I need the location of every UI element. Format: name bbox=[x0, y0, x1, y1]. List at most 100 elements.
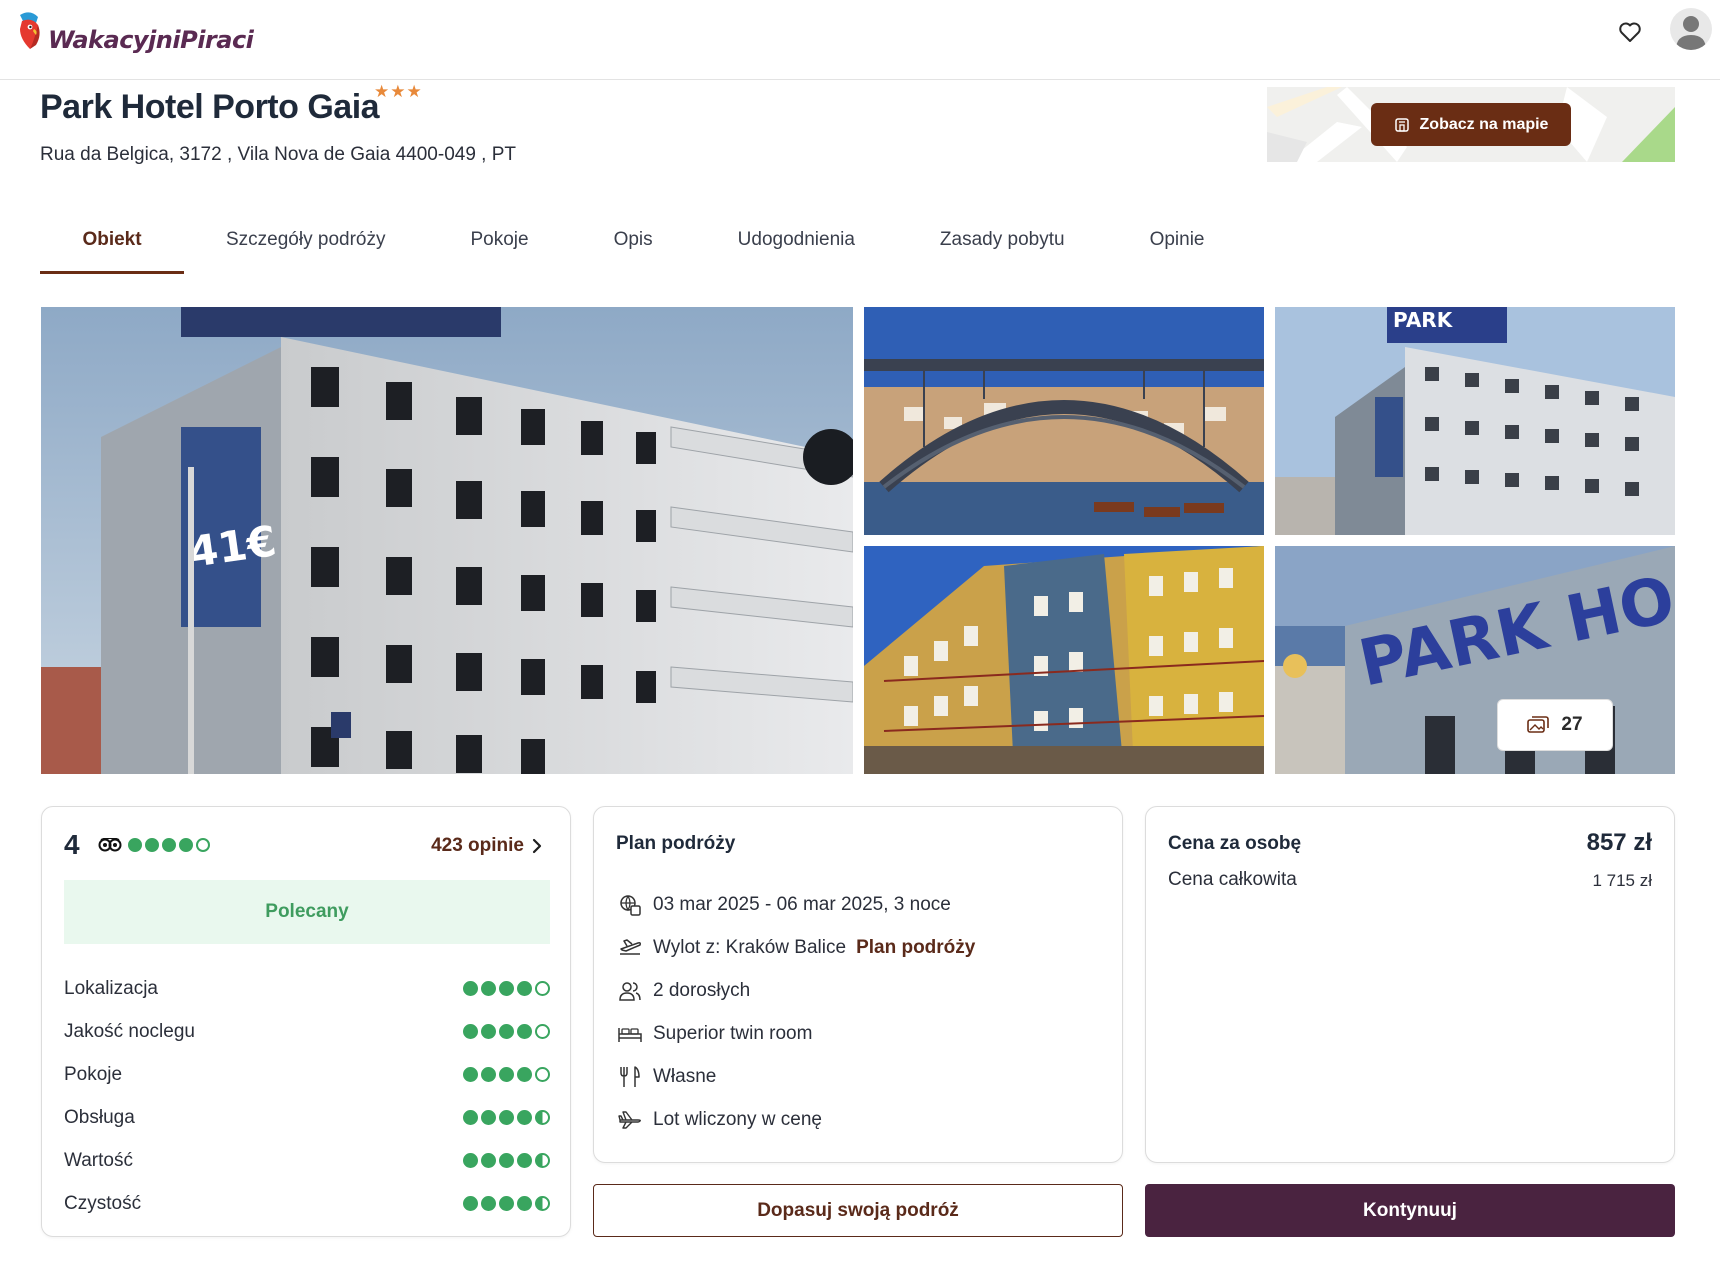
price-per-person-label: Cena za osobę bbox=[1168, 833, 1302, 854]
flight-row: Lot wliczony w cenę bbox=[616, 1098, 975, 1141]
adjust-trip-button[interactable]: Dopasuj swoją podróż bbox=[593, 1184, 1123, 1237]
rating-criteria-list: Lokalizacja Jakość noclegu Pokoje Obsług… bbox=[64, 967, 550, 1225]
hotel-address: Rua da Belgica, 3172 , Vila Nova de Gaia… bbox=[40, 144, 517, 165]
rating-dot bbox=[463, 1024, 478, 1039]
all-photos-button[interactable]: 27 bbox=[1497, 699, 1613, 751]
criterion-row: Lokalizacja bbox=[64, 967, 550, 1010]
cutlery-icon bbox=[616, 1063, 644, 1091]
rating-dot bbox=[499, 981, 514, 996]
criterion-row: Czystość bbox=[64, 1182, 550, 1225]
rating-dot bbox=[517, 1110, 532, 1125]
price-card: Cena za osobę 857 zł Cena całkowita 1 71… bbox=[1145, 806, 1675, 1163]
continue-button[interactable]: Kontynuuj bbox=[1145, 1184, 1675, 1237]
trip-plan-list: 03 mar 2025 - 06 mar 2025, 3 noce Wylot … bbox=[616, 883, 975, 1141]
trip-dates-row: 03 mar 2025 - 06 mar 2025, 3 noce bbox=[616, 883, 975, 926]
rating-dot bbox=[195, 838, 210, 852]
tab-zasady-pobytu[interactable]: Zasady pobytu bbox=[940, 222, 1065, 274]
rating-score-dots bbox=[127, 838, 210, 852]
tab-pokoje[interactable]: Pokoje bbox=[470, 222, 528, 274]
calendar-globe-icon bbox=[616, 891, 644, 919]
plane-takeoff-icon bbox=[616, 934, 644, 962]
room-type: Superior twin room bbox=[653, 1022, 813, 1044]
trip-plan-card: Plan podróży 03 mar 2025 - 06 mar 2025, … bbox=[593, 806, 1123, 1163]
flight-included: Lot wliczony w cenę bbox=[653, 1108, 822, 1130]
rating-card: 4 423 opinie Polecany Lokalizacja Jakość… bbox=[41, 806, 571, 1237]
hotel-facade-image: 41€ bbox=[41, 307, 853, 774]
criterion-label: Wartość bbox=[64, 1149, 133, 1171]
rating-summary: 4 bbox=[64, 829, 210, 861]
photo-count: 27 bbox=[1561, 714, 1583, 735]
photo-gallery: 41€ PARK PARK HO bbox=[41, 307, 1675, 774]
guests-icon bbox=[616, 977, 644, 1005]
rating-dot bbox=[127, 838, 142, 852]
price-per-person-value: 857 zł bbox=[1586, 829, 1652, 856]
tripadvisor-owl-icon bbox=[98, 838, 122, 852]
rating-dot bbox=[499, 1196, 514, 1211]
rating-dot bbox=[535, 1024, 550, 1039]
total-price-value: 1 715 zł bbox=[1592, 871, 1652, 890]
board-row: Własne bbox=[616, 1055, 975, 1098]
user-icon bbox=[1676, 16, 1706, 50]
tab-opis[interactable]: Opis bbox=[614, 222, 653, 274]
departure-airport: Wylot z: Kraków Balice bbox=[653, 936, 847, 958]
guests-count: 2 dorosłych bbox=[653, 979, 751, 1001]
show-on-map-label: Zobacz na mapie bbox=[1419, 115, 1549, 133]
favorites-button[interactable] bbox=[1612, 14, 1648, 50]
rating-dot bbox=[517, 981, 532, 996]
criterion-dots bbox=[463, 1024, 550, 1039]
room-row: Superior twin room bbox=[616, 1012, 975, 1055]
tab-udogodnienia[interactable]: Udogodnienia bbox=[738, 222, 855, 274]
criterion-label: Jakość noclegu bbox=[64, 1020, 195, 1042]
departure-row: Wylot z: Kraków Balice Plan podróży bbox=[616, 926, 975, 969]
hotel-name: Park Hotel Porto Gaia bbox=[40, 88, 380, 126]
brand-logo[interactable]: WakacyjniPiraci bbox=[14, 6, 254, 56]
park-hotel-sign-image: PARK HO bbox=[1275, 546, 1675, 774]
rating-dot bbox=[144, 838, 159, 852]
rating-dot bbox=[161, 838, 176, 852]
rating-dot bbox=[178, 838, 193, 852]
rating-dot bbox=[463, 1196, 478, 1211]
rating-dot bbox=[499, 1024, 514, 1039]
criterion-dots bbox=[463, 1067, 550, 1082]
hotel-photo-main[interactable]: 41€ bbox=[41, 307, 853, 774]
criterion-label: Lokalizacja bbox=[64, 977, 158, 999]
photos-icon bbox=[1527, 716, 1550, 733]
bed-icon bbox=[616, 1020, 644, 1048]
porto-old-town-image bbox=[864, 546, 1264, 774]
hotel-photo-sign[interactable]: PARK HO bbox=[1275, 546, 1675, 774]
criterion-dots bbox=[463, 1196, 550, 1211]
rating-dot bbox=[535, 981, 550, 996]
opinions-link[interactable]: 423 opinie bbox=[431, 835, 542, 857]
hotel-photo-bridge[interactable] bbox=[864, 307, 1264, 535]
building-icon bbox=[1394, 117, 1409, 132]
svg-text:PARK: PARK bbox=[1393, 308, 1454, 332]
tab-szczegoly-podrozy[interactable]: Szczegóły podróży bbox=[226, 222, 385, 274]
hotel-photo-old-town[interactable] bbox=[864, 546, 1264, 774]
rating-dot bbox=[481, 1067, 496, 1082]
board-type: Własne bbox=[653, 1065, 717, 1087]
user-account-button[interactable] bbox=[1670, 8, 1712, 50]
show-on-map-button[interactable]: Zobacz na mapie bbox=[1371, 103, 1571, 146]
criterion-dots bbox=[463, 1153, 550, 1168]
plane-icon bbox=[616, 1106, 644, 1134]
hotel-photo-building[interactable]: PARK bbox=[1275, 307, 1675, 535]
rating-dot bbox=[535, 1153, 550, 1168]
rating-dot bbox=[535, 1196, 550, 1211]
rating-dot bbox=[499, 1110, 514, 1125]
rating-dot bbox=[463, 981, 478, 996]
parrot-logo-icon bbox=[20, 12, 40, 49]
porto-bridge-image bbox=[864, 307, 1264, 535]
trip-plan-title: Plan podróży bbox=[616, 833, 736, 854]
trip-dates: 03 mar 2025 - 06 mar 2025, 3 noce bbox=[653, 893, 951, 915]
criterion-row: Wartość bbox=[64, 1139, 550, 1182]
rating-dot bbox=[481, 1196, 496, 1211]
criterion-label: Obsługa bbox=[64, 1106, 135, 1128]
tab-opinie[interactable]: Opinie bbox=[1150, 222, 1205, 274]
heart-icon bbox=[1619, 22, 1641, 42]
rating-dot bbox=[481, 1110, 496, 1125]
rating-dot bbox=[499, 1067, 514, 1082]
criterion-dots bbox=[463, 1110, 550, 1125]
rating-dot bbox=[481, 1024, 496, 1039]
trip-plan-link[interactable]: Plan podróży bbox=[856, 937, 975, 959]
tab-obiekt[interactable]: Obiekt bbox=[40, 222, 184, 274]
